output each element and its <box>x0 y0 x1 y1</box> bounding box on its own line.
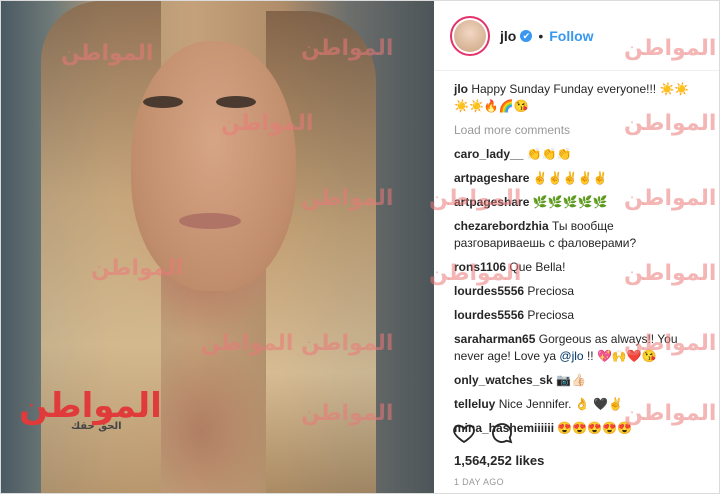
watermark-4: المواطن <box>301 186 394 211</box>
caption: jlo Happy Sunday Funday everyone!!! ☀️☀️… <box>454 81 703 115</box>
comment-item: only_watches_sk 📷👍🏻 <box>454 372 703 389</box>
post-timestamp: 1 DAY AGO <box>454 477 504 487</box>
comment-username[interactable]: lourdes5556 <box>454 284 524 298</box>
photo-eye-right <box>216 96 256 108</box>
comment-text: ✌✌✌✌✌ <box>532 171 608 185</box>
watermark-side-6: المواطن <box>624 401 717 426</box>
comment-mention-link[interactable]: @jlo <box>559 349 583 363</box>
comment-item: caro_lady__ 👏👏👏 <box>454 146 703 163</box>
heart-icon[interactable] <box>452 421 476 445</box>
watermark-5: المواطن <box>91 256 184 281</box>
comment-text: 👏👏👏 <box>526 147 572 161</box>
comment-text: Preciosa <box>527 308 575 322</box>
watermark-side-7: المواطن <box>429 186 522 211</box>
likes-count[interactable]: 1,564,252 likes <box>454 453 544 468</box>
verified-badge-icon: ✔ <box>520 29 533 42</box>
watermark-1: المواطن <box>301 36 394 61</box>
watermark-7: المواطن <box>201 331 294 356</box>
post-sidebar: المواطن المواطن المواطن المواطن المواطن … <box>429 1 719 493</box>
photo-lips <box>179 213 241 229</box>
watermark-side-4: المواطن <box>624 261 717 286</box>
watermark-3: المواطن <box>61 41 154 66</box>
comment-text: Preciosa <box>527 284 575 298</box>
watermark-side-1: المواطن <box>624 36 717 61</box>
comment-item: artpageshare ✌✌✌✌✌ <box>454 170 703 187</box>
photo-eye-left <box>143 96 183 108</box>
caption-text: Happy Sunday Funday everyone!!! ☀️☀️☀️☀️… <box>454 82 690 113</box>
comment-item: chezarebordzhia Ты вообще разговариваешь… <box>454 218 703 252</box>
watermark-side-2: المواطن <box>624 111 717 136</box>
comment-username[interactable]: chezarebordzhia <box>454 219 549 233</box>
watermark-6: المواطن <box>301 331 394 356</box>
instagram-post: المواطن الحق حقك المواطن المواطن المواطن… <box>0 0 720 494</box>
watermark-logo: المواطن <box>19 386 162 426</box>
watermark-2: المواطن <box>221 111 314 136</box>
post-actions <box>452 421 514 445</box>
photo-face <box>131 41 296 291</box>
avatar-image <box>454 19 486 52</box>
caption-username[interactable]: jlo <box>454 82 468 96</box>
comment-item: lourdes5556 Preciosa <box>454 307 703 324</box>
comment-username[interactable]: artpageshare <box>454 171 529 185</box>
comment-text: 📷👍🏻 <box>556 373 586 387</box>
header-username[interactable]: jlo <box>500 28 516 44</box>
watermark-subtitle: الحق حقك <box>71 421 122 432</box>
comment-username[interactable]: caro_lady__ <box>454 147 523 161</box>
comment-text: 🌿🌿🌿🌿🌿 <box>532 195 608 209</box>
watermark-side-8: المواطن <box>429 261 522 286</box>
comment-icon[interactable] <box>490 421 514 445</box>
post-photo[interactable]: المواطن الحق حقك المواطن المواطن المواطن… <box>1 1 434 493</box>
comment-username[interactable]: lourdes5556 <box>454 308 524 322</box>
watermark-side-5: المواطن <box>624 331 717 356</box>
comment-username[interactable]: telleluy <box>454 397 495 411</box>
watermark-side-3: المواطن <box>624 186 717 211</box>
comment-text: Nice Jennifer. 👌 🖤✌ <box>498 397 623 411</box>
header-separator: • <box>538 27 544 44</box>
follow-button[interactable]: Follow <box>549 28 593 44</box>
comment-username[interactable]: saraharman65 <box>454 332 535 346</box>
comment-text: 😍😍😍😍😍 <box>557 421 633 435</box>
avatar[interactable] <box>450 15 490 56</box>
watermark-8: المواطن <box>301 401 394 426</box>
comment-username[interactable]: only_watches_sk <box>454 373 553 387</box>
